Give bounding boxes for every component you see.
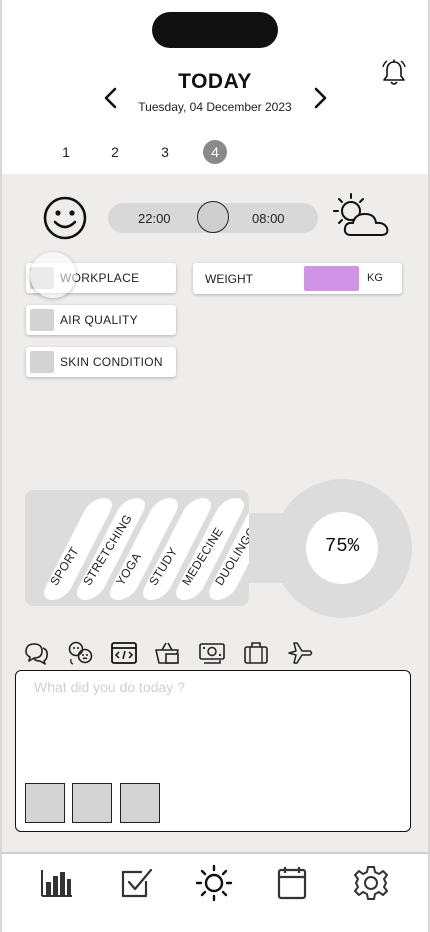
briefcase-icon[interactable] [242, 639, 270, 667]
weight-card: WEIGHT KG [193, 263, 402, 294]
factor-label: SKIN CONDITION [60, 355, 163, 369]
phone-screen: TODAY Tuesday, 04 December 2023 1 2 3 4 … [0, 0, 430, 932]
shopping-basket-icon[interactable] [153, 639, 181, 667]
calendar-icon[interactable] [273, 864, 311, 902]
airplane-icon[interactable] [286, 639, 314, 667]
factor-checkbox[interactable] [30, 267, 54, 289]
day-tab-1[interactable]: 1 [54, 140, 78, 164]
day-tab-4[interactable]: 4 [203, 140, 227, 164]
activities-panel: SPORT STRETCHING YOGA STUDY MEDECINE DUO… [25, 490, 249, 606]
sun-cloud-icon[interactable] [329, 191, 391, 239]
factor-air-quality[interactable]: AIR QUALITY [26, 305, 176, 335]
checkbox-icon[interactable] [118, 864, 156, 902]
camera-notch [152, 12, 278, 48]
journal-note-box [15, 670, 411, 832]
mood-faces-icon[interactable] [66, 639, 94, 667]
journal-input[interactable] [34, 679, 394, 769]
factor-checkbox[interactable] [30, 351, 54, 373]
photo-slot[interactable] [120, 783, 160, 823]
progress-label: 75% [324, 535, 360, 557]
page-title: TODAY [178, 70, 252, 93]
bar-chart-icon[interactable] [38, 864, 76, 902]
factor-label: AIR QUALITY [60, 313, 138, 327]
current-date: Tuesday, 04 December 2023 [138, 100, 292, 114]
money-icon[interactable] [198, 639, 226, 667]
settings-gear-icon[interactable] [352, 864, 390, 902]
sun-icon[interactable] [195, 864, 233, 902]
photo-slot[interactable] [25, 783, 65, 823]
photo-slot[interactable] [72, 783, 112, 823]
waketime-label: 08:00 [252, 211, 285, 226]
weight-input[interactable] [304, 266, 359, 291]
smiley-icon[interactable] [42, 195, 88, 241]
tabbar-divider [2, 852, 428, 854]
day-tab-3[interactable]: 3 [153, 140, 177, 164]
weight-unit: KG [367, 272, 383, 284]
chat-icon[interactable] [22, 639, 50, 667]
day-tab-2[interactable]: 2 [103, 140, 127, 164]
sleep-slider-handle[interactable] [197, 201, 229, 233]
code-icon[interactable] [110, 639, 138, 667]
factor-checkbox[interactable] [30, 309, 54, 331]
factor-workplace[interactable]: WORKPLACE [26, 263, 176, 293]
factor-label: WORKPLACE [60, 271, 140, 285]
chevron-right-icon[interactable] [309, 86, 331, 110]
factor-skin-condition[interactable]: SKIN CONDITION [26, 347, 176, 377]
weight-label: WEIGHT [205, 272, 253, 286]
bedtime-label: 22:00 [138, 211, 171, 226]
